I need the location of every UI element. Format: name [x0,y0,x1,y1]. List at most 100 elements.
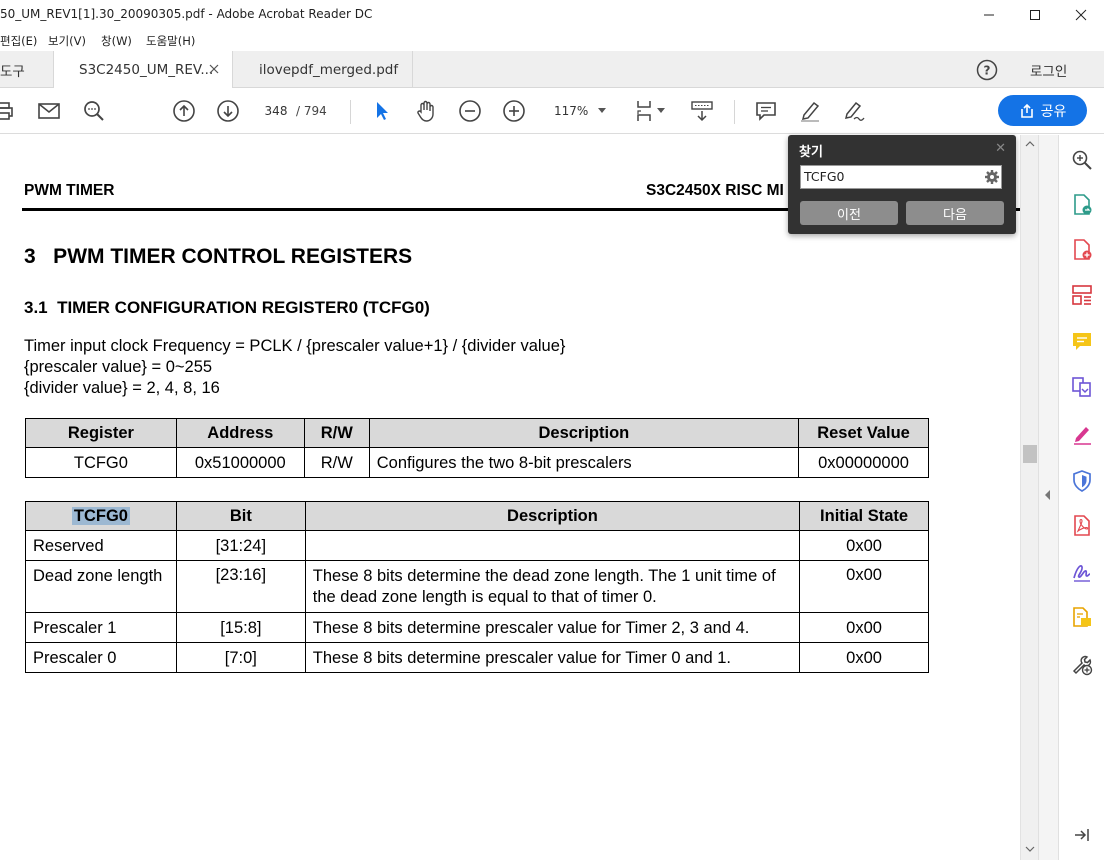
page-fit-icon [637,101,665,121]
field-description-cell: These 8 bits determine prescaler value f… [304,612,801,643]
initial-state-cell: 0x00 [799,560,929,613]
bit-range-cell: [15:8] [175,612,306,643]
field-name-cell: Reserved [25,530,177,561]
tab-tools-label: 도구 [0,63,25,80]
more-tools-button[interactable] [1069,652,1095,678]
edit-pdf-button[interactable] [1069,513,1095,539]
combine-files-button[interactable] [1069,375,1095,401]
menu-view[interactable]: 보기(V) [48,33,86,49]
maximize-button[interactable] [1012,0,1058,30]
panel-collapse-strip[interactable] [1038,135,1058,860]
previous-page-button[interactable] [170,98,198,124]
arrow-down-icon [217,100,239,122]
initial-state-cell: 0x00 [799,530,929,561]
close-window-button[interactable] [1058,0,1104,30]
menu-help[interactable]: 도움말(H) [146,33,195,49]
vertical-scrollbar[interactable] [1020,135,1038,860]
tab-tools[interactable]: 도구 [0,51,40,88]
find-title: 찾기 [799,145,823,160]
next-page-button[interactable] [214,98,242,124]
tools-sidebar [1058,135,1104,860]
comment-button[interactable] [752,98,780,124]
field-name-cell: Prescaler 0 [25,642,177,673]
divider-values-line: {divider value} = 2, 4, 8, 16 [24,379,220,397]
document-viewport[interactable]: PWM TIMER S3C2450X RISC MI 3 PWM TIMER C… [0,135,1020,860]
register-summary-table: Register Address R/W Description Reset V… [25,418,929,478]
highlight-button[interactable] [796,98,824,124]
enhance-zoom-button[interactable] [1069,147,1095,173]
bit-field-table: TCFG0 Bit Description Initial State Rese… [25,501,929,673]
select-tool-button[interactable] [368,98,396,124]
chevron-left-icon[interactable] [1045,490,1051,500]
rw-cell: R/W [303,447,370,478]
collapse-tools-button[interactable] [1069,822,1095,848]
field-name-cell: Prescaler 1 [25,612,177,643]
prescaler-range-line: {prescaler value} = 0~255 [24,358,213,376]
find-next-button[interactable]: 다음 [906,201,1004,225]
toolbar: 348 / 794 117% [0,88,1104,134]
page-count: / 794 [296,104,327,118]
login-button[interactable]: 로그인 [1030,51,1067,88]
field-description-cell: These 8 bits determine prescaler value f… [304,642,801,673]
pdf-file-icon [1074,515,1090,536]
request-signature-button[interactable] [1069,559,1095,585]
column-header: Description [368,418,800,448]
comment-tool-button[interactable] [1069,329,1095,355]
scroll-down-icon[interactable] [1025,846,1035,852]
export-pdf-button[interactable] [1069,192,1095,218]
organize-pages-button[interactable] [1069,282,1095,308]
title-bar: 50_UM_REV1[1].30_20090305.pdf - Adobe Ac… [0,0,1104,30]
close-find-icon[interactable]: ✕ [995,141,1006,156]
reset-value-cell: 0x00000000 [798,447,929,478]
field-description-cell: These 8 bits determine the dead zone len… [304,560,801,613]
minimize-button[interactable] [966,0,1012,30]
scrollbar-thumb[interactable] [1023,445,1037,463]
svg-text:?: ? [984,63,991,77]
bit-range-cell: [31:24] [175,530,306,561]
find-input[interactable]: TCFG0 [800,165,1002,189]
help-icon: ? [976,59,998,80]
maximize-icon [1030,10,1040,20]
page-display-button[interactable] [632,98,668,124]
zoom-value: 117% [554,104,589,118]
mail-icon [38,103,60,119]
fill-sign-button[interactable] [1069,421,1095,447]
highlighter-pen-icon [801,101,820,122]
page-number-input[interactable]: 348 [258,100,294,122]
search-icon [84,101,104,121]
protect-button[interactable] [1069,468,1095,494]
scroll-up-icon[interactable] [1025,141,1035,147]
find-previous-button[interactable]: 이전 [800,201,898,225]
hand-tool-button[interactable] [412,98,440,124]
tab-document-active[interactable]: S3C2450_UM_REV... [53,51,233,89]
column-header: Register [25,418,177,448]
bit-range-cell: [23:16] [175,560,306,613]
create-pdf-button[interactable] [1069,237,1095,263]
print-button[interactable] [0,98,18,124]
menu-edit[interactable]: 편집(E) [0,33,37,49]
subsection-heading: 3.1 TIMER CONFIGURATION REGISTER0 (TCFG0… [24,298,430,317]
print-icon [0,102,13,120]
help-button[interactable]: ? [976,51,1000,88]
share-button[interactable]: 공유 [998,95,1087,126]
description-cell: Configures the two 8-bit prescalers [368,447,800,478]
tab-document[interactable]: ilovepdf_merged.pdf [233,51,413,88]
table-row: Prescaler 1 [15:8] These 8 bits determin… [25,612,929,643]
field-description-cell [304,530,801,561]
search-match-highlight: TCFG0 [71,506,130,525]
create-pdf-icon [1074,239,1092,260]
gear-icon[interactable] [984,169,1000,185]
export-pdf-icon [1074,194,1092,215]
menu-window[interactable]: 창(W) [101,33,132,49]
tab-bar: 도구 S3C2450_UM_REV... ilovepdf_merged.pdf… [0,51,1104,89]
zoom-in-button[interactable] [500,98,528,124]
email-button[interactable] [35,98,63,124]
zoom-select[interactable]: 117% [548,100,614,122]
collapse-right-icon [1075,829,1089,841]
sign-button[interactable] [840,98,868,124]
zoom-out-button[interactable] [456,98,484,124]
close-tab-icon[interactable] [206,61,222,77]
search-button[interactable] [80,98,108,124]
send-comments-button[interactable] [1069,605,1095,631]
scroll-mode-button[interactable] [688,98,716,124]
